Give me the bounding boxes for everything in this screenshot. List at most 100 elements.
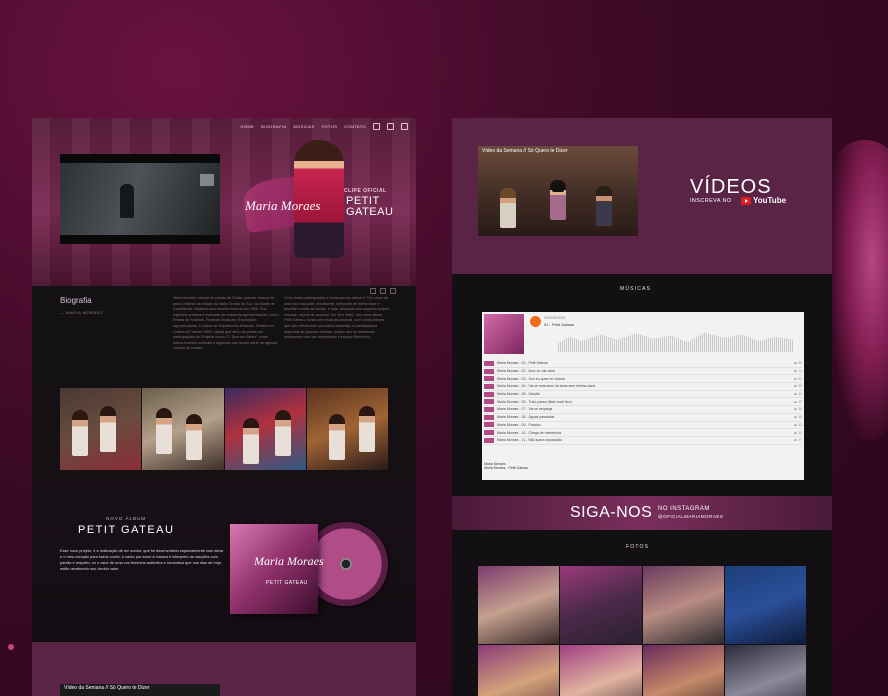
track-row[interactable]: Maria Moraes - 02 - Amo ou não ama ▶ 74 bbox=[484, 368, 802, 376]
bio-text-col2: Com várias participações e presença em r… bbox=[284, 296, 390, 340]
hero-video-player[interactable] bbox=[60, 154, 220, 244]
track-row[interactable]: Maria Moraes - 11 - Não suara separação ▶… bbox=[484, 437, 802, 445]
track-thumb bbox=[484, 437, 494, 443]
photo-person bbox=[156, 408, 173, 454]
nav-musicas[interactable]: MÚSICAS bbox=[294, 124, 315, 129]
video-person bbox=[500, 188, 516, 228]
siga-title: SIGA-NOS bbox=[570, 504, 653, 521]
brand-logo: Maria Moraes bbox=[245, 198, 321, 213]
cd-cover bbox=[230, 524, 318, 614]
photo-grid-item[interactable] bbox=[642, 645, 724, 696]
subscribe-text: INSCREVA NO bbox=[690, 198, 732, 204]
track-row[interactable]: Maria Moraes - 10 - Chega de mentirinha ▶… bbox=[484, 429, 802, 437]
track-row[interactable]: Maria Moraes - 05 - Garção ▶ 44 bbox=[484, 391, 802, 399]
video-person bbox=[596, 186, 612, 226]
track-thumb bbox=[484, 383, 494, 389]
photo-strip-item[interactable] bbox=[142, 388, 224, 470]
youtube-icon[interactable] bbox=[380, 288, 386, 294]
clip-label: CLIPE OFICIAL bbox=[344, 188, 387, 194]
background-figure bbox=[830, 140, 888, 440]
album-description: Esse novo projeto, é a realização de um … bbox=[60, 548, 223, 571]
album-cover bbox=[484, 314, 524, 354]
instagram-handle: @OFICIALMARIAMORAES bbox=[658, 514, 724, 519]
track-thumb bbox=[484, 430, 494, 436]
left-page-mockup: HOME BIOGRAFIA MÚSICAS FOTOS CONTATO Mar… bbox=[32, 118, 416, 696]
track-thumb bbox=[484, 399, 494, 405]
photos-heading: FOTOS bbox=[626, 544, 650, 550]
video-title: Vídeo da Semana // Só Quero te Dizer bbox=[482, 148, 568, 154]
album-title: PETIT GATEAU bbox=[78, 524, 175, 536]
photo-grid-item[interactable] bbox=[560, 645, 642, 696]
album-section: NOVO ÁLBUM PETIT GATEAU Esse novo projet… bbox=[32, 480, 416, 642]
photo-grid-item[interactable] bbox=[478, 645, 560, 696]
biography-section: Biografia — MARIA MORAES Maria Moraes, n… bbox=[32, 286, 416, 386]
track-thumb bbox=[484, 376, 494, 382]
play-button[interactable] bbox=[530, 316, 541, 327]
photo-grid-item[interactable] bbox=[724, 566, 806, 644]
instagram-icon[interactable] bbox=[390, 288, 396, 294]
track-row[interactable]: Maria Moraes - 04 - Vai se esta seus há … bbox=[484, 383, 802, 391]
bio-text-col1: Maria Moraes, natural do estado de Goiás… bbox=[173, 296, 279, 351]
music-section: MÚSICAS DISCATORIO 01 - Petit Gateau Mar… bbox=[452, 274, 832, 496]
player-artist: DISCATORIO bbox=[544, 316, 566, 320]
instagram-icon[interactable] bbox=[401, 123, 408, 130]
siga-subtitle: NO INSTAGRAM bbox=[658, 506, 710, 512]
music-heading: MÚSICAS bbox=[620, 286, 652, 292]
photo-strip-item[interactable] bbox=[60, 388, 142, 470]
videos-section: Vídeo da Semana // Só Quero te Dizer VÍD… bbox=[452, 118, 832, 274]
soundcloud-player[interactable]: DISCATORIO 01 - Petit Gateau Maria Morae… bbox=[482, 312, 804, 480]
facebook-icon[interactable] bbox=[373, 123, 380, 130]
top-nav: HOME BIOGRAFIA MÚSICAS FOTOS CONTATO bbox=[241, 123, 408, 130]
play-icon[interactable] bbox=[552, 184, 564, 192]
nav-contato[interactable]: CONTATO bbox=[344, 124, 366, 129]
background-dot bbox=[8, 644, 14, 650]
hero-video-thumbnail bbox=[60, 163, 220, 235]
photos-section: FOTOS bbox=[452, 530, 832, 696]
footer-track: Maria Moraes - Petit Gateau bbox=[484, 466, 528, 470]
photo-person bbox=[242, 418, 259, 464]
youtube-logo[interactable]: YouTube bbox=[741, 196, 786, 205]
track-row[interactable]: Maria Moraes - 07 - Vai se esquega ▶ 38 bbox=[484, 406, 802, 414]
nav-home[interactable]: HOME bbox=[241, 124, 255, 129]
bio-title: Biografia bbox=[60, 296, 92, 305]
photo-grid-item[interactable] bbox=[478, 566, 560, 644]
instagram-banner[interactable]: SIGA-NOS NO INSTAGRAM @OFICIALMARIAMORAE… bbox=[452, 496, 832, 530]
photo-person bbox=[72, 410, 88, 456]
player-track: 01 - Petit Gateau bbox=[544, 322, 575, 327]
photo-person bbox=[274, 410, 291, 456]
track-thumb bbox=[484, 422, 494, 428]
video-scene-window bbox=[200, 174, 214, 186]
photo-person bbox=[328, 414, 345, 460]
video-scene-person bbox=[120, 184, 134, 218]
track-thumb bbox=[484, 391, 494, 397]
track-row[interactable]: Maria Moraes - 08 - Águas passadas ▶ 35 bbox=[484, 414, 802, 422]
video-player[interactable] bbox=[478, 146, 638, 236]
track-thumb bbox=[484, 368, 494, 374]
photo-grid-item[interactable] bbox=[724, 645, 806, 696]
youtube-wordmark: YouTube bbox=[753, 196, 787, 205]
track-row[interactable]: Maria Moraes - 01 - Petit Gateau ▶ 96 bbox=[484, 360, 802, 368]
photo-strip bbox=[60, 388, 388, 470]
photo-person bbox=[186, 414, 203, 460]
photo-grid bbox=[478, 566, 806, 696]
waveform[interactable] bbox=[558, 332, 794, 352]
photo-grid-item[interactable] bbox=[642, 566, 724, 644]
youtube-play-icon bbox=[741, 196, 751, 205]
left-video-title: Vídeo da Semana // Só Quero te Dizer bbox=[64, 685, 150, 691]
track-row[interactable]: Maria Moraes - 09 - Paraíso ▶ 33 bbox=[484, 422, 802, 430]
cd-artist-name: Maria Moraes bbox=[254, 554, 324, 568]
track-row[interactable]: Maria Moraes - 06 - Tudo passa (fiiwe co… bbox=[484, 398, 802, 407]
track-thumb bbox=[484, 406, 494, 412]
cd-album-name: PETIT GATEAU bbox=[266, 580, 308, 586]
photo-strip-item[interactable] bbox=[224, 388, 306, 470]
track-thumb bbox=[484, 360, 494, 366]
track-row[interactable]: Maria Moraes - 03 - Sou eu quem te chama… bbox=[484, 375, 802, 384]
photo-person bbox=[100, 406, 116, 452]
nav-fotos[interactable]: FOTOS bbox=[322, 124, 338, 129]
bio-social-icons bbox=[370, 288, 396, 294]
photo-grid-item[interactable] bbox=[560, 566, 642, 644]
facebook-icon[interactable] bbox=[370, 288, 376, 294]
nav-biografia[interactable]: BIOGRAFIA bbox=[261, 124, 286, 129]
youtube-icon[interactable] bbox=[387, 123, 394, 130]
photo-strip-item[interactable] bbox=[306, 388, 388, 470]
